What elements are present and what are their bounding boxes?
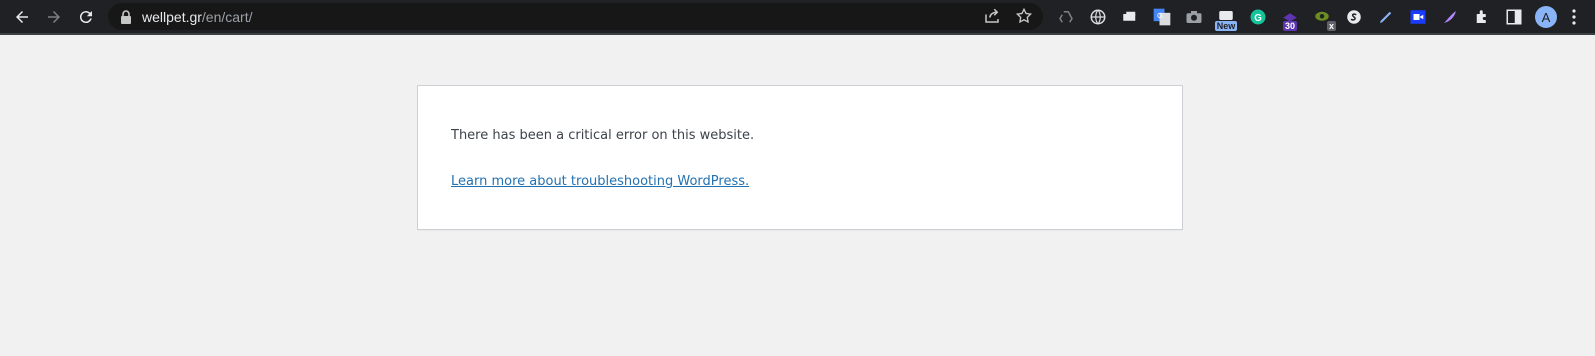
camera-icon[interactable] <box>1183 6 1205 28</box>
globe-icon[interactable] <box>1087 6 1109 28</box>
news-badge: New <box>1214 21 1238 31</box>
feather-icon[interactable] <box>1439 6 1461 28</box>
troubleshooting-link[interactable]: Learn more about troubleshooting WordPre… <box>451 174 749 189</box>
lock-icon <box>121 9 131 24</box>
svg-text:G: G <box>1254 13 1262 24</box>
side-panel-icon[interactable] <box>1503 6 1525 28</box>
more-menu-icon[interactable] <box>1567 6 1581 28</box>
url-path: /en/cart/ <box>201 8 253 25</box>
car-icon[interactable] <box>1119 6 1141 28</box>
s-logo-icon[interactable] <box>1343 6 1365 28</box>
puzzle-icon[interactable] <box>1471 6 1493 28</box>
news-icon[interactable]: New <box>1214 6 1238 31</box>
hat-badge: 30 <box>1282 21 1297 31</box>
google-translate-icon[interactable]: G <box>1151 6 1173 28</box>
hat-icon[interactable]: 30 <box>1279 6 1301 31</box>
eye-icon[interactable]: x <box>1311 6 1336 31</box>
forward-button[interactable] <box>40 3 68 31</box>
share-icon[interactable] <box>983 7 1001 25</box>
browser-toolbar: wellpet.gr/en/cart/ G New G 30 x A <box>0 0 1595 35</box>
error-card: There has been a critical error on this … <box>417 85 1183 230</box>
recycle-icon[interactable] <box>1055 6 1077 28</box>
reload-icon <box>79 11 92 24</box>
reload-button[interactable] <box>72 3 100 31</box>
svg-text:G: G <box>1157 11 1163 20</box>
eye-badge: x <box>1326 21 1336 31</box>
star-icon[interactable] <box>1015 7 1033 25</box>
address-bar[interactable]: wellpet.gr/en/cart/ <box>108 3 1043 30</box>
screen-record-icon[interactable] <box>1407 6 1429 28</box>
arrow-left-icon <box>16 11 28 23</box>
error-message: There has been a critical error on this … <box>451 128 755 143</box>
grammarly-icon[interactable]: G <box>1247 6 1269 28</box>
arrow-right-icon <box>48 11 60 23</box>
url-host: wellpet.gr <box>142 8 202 25</box>
extensions-bar: G New G 30 x A <box>1055 5 1581 31</box>
pen-icon[interactable] <box>1375 6 1397 28</box>
profile-avatar[interactable]: A <box>1535 6 1557 28</box>
url-text: wellpet.gr/en/cart/ <box>142 9 253 25</box>
back-button[interactable] <box>8 3 36 31</box>
